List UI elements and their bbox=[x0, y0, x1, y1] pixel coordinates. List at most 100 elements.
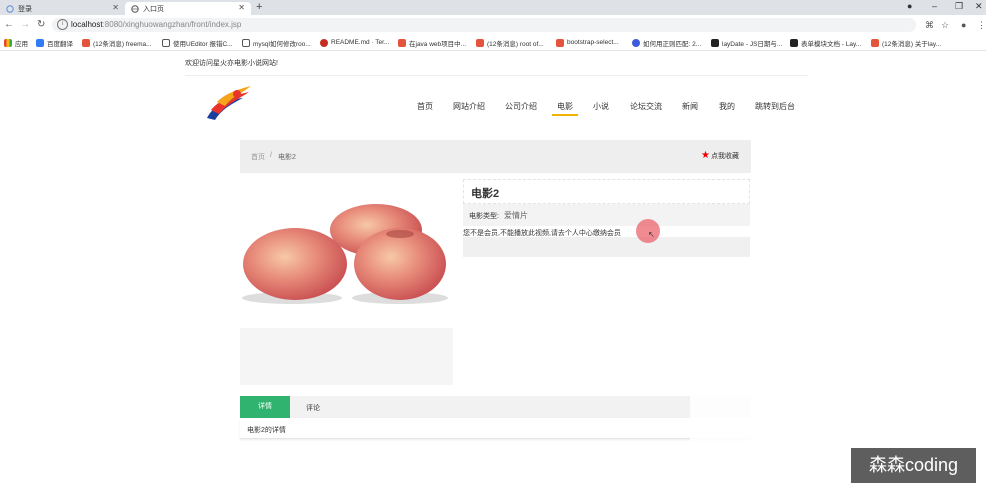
movie-poster-image bbox=[240, 190, 452, 315]
nav-mine[interactable]: 我的 bbox=[719, 101, 735, 112]
bookmark-item[interactable]: 使用UEditor 报错C... bbox=[162, 37, 233, 48]
bookmark-item[interactable]: 在java web项目中... bbox=[398, 37, 466, 48]
restore-button[interactable]: ❐ bbox=[955, 1, 963, 12]
globe-icon bbox=[6, 4, 14, 13]
bookmark-item[interactable]: 表单模块文档 - Lay... bbox=[790, 37, 861, 48]
bookmark-item[interactable]: 百度翻译 bbox=[36, 37, 73, 48]
nav-novel[interactable]: 小说 bbox=[593, 101, 609, 112]
url-path: :8080/xinghuowangzhan/front/index.jsp bbox=[102, 20, 242, 29]
bookmark-item[interactable]: (12条消息) 关于lay... bbox=[871, 37, 941, 48]
bookmark-label: bootstrap-select... bbox=[567, 39, 619, 46]
bookmarks-bar: 应用 百度翻译 (12条消息) freema... 使用UEditor 报错C.… bbox=[0, 35, 986, 51]
bookmark-label: 如何用正则匹配: 2... bbox=[643, 40, 702, 48]
bookmark-item[interactable]: 如何用正则匹配: 2... bbox=[632, 37, 701, 48]
url-host: localhost bbox=[71, 20, 103, 29]
bookmark-label: mysql如何修改roo... bbox=[253, 40, 311, 48]
video-placeholder bbox=[463, 237, 750, 257]
menu-icon[interactable]: ⋮ bbox=[977, 20, 986, 31]
favicon-icon bbox=[82, 38, 90, 47]
tab-comment[interactable]: 评论 bbox=[306, 403, 320, 413]
favicon-icon bbox=[790, 38, 798, 47]
favicon-icon bbox=[632, 38, 640, 47]
favicon-icon bbox=[242, 38, 250, 47]
favicon-icon bbox=[476, 38, 484, 47]
breadcrumb-separator: / bbox=[270, 152, 272, 159]
account-icon[interactable]: ● bbox=[961, 20, 966, 30]
nav-company-intro[interactable]: 公司介绍 bbox=[505, 101, 537, 112]
nav-news[interactable]: 新闻 bbox=[682, 101, 698, 112]
bookmark-apps[interactable]: 应用 bbox=[4, 37, 28, 48]
apps-grid-icon bbox=[4, 38, 12, 47]
mouse-cursor-highlight: ↖ bbox=[636, 219, 660, 243]
welcome-text: 欢迎访问星火亦电影小说网站! bbox=[185, 60, 278, 67]
browser-tab-entry[interactable]: 入口页 ✕ bbox=[125, 2, 251, 15]
watermark: 森森coding bbox=[851, 448, 976, 483]
info-icon[interactable]: i bbox=[57, 19, 68, 31]
favorite-label: 点我收藏 bbox=[710, 152, 739, 160]
movie-title-row bbox=[463, 179, 750, 204]
bookmark-label: layDate - JS日期与... bbox=[722, 40, 783, 48]
nav-movie[interactable]: 电影 bbox=[557, 101, 573, 112]
favorite-button[interactable]: ★ 点我收藏 bbox=[701, 150, 739, 161]
bookmark-item[interactable]: README.md · Ter... bbox=[320, 37, 389, 48]
bookmark-star-icon[interactable]: ☆ bbox=[941, 20, 949, 31]
browser-tab-bar: 登录 ✕ 入口页 ✕ + ● – ❐ ✕ bbox=[0, 0, 986, 15]
favicon-icon bbox=[36, 38, 44, 47]
detail-panel bbox=[240, 418, 751, 439]
browser-tab-title: 入口页 bbox=[143, 5, 164, 13]
profile-dot-icon[interactable]: ● bbox=[907, 1, 912, 11]
globe-icon bbox=[131, 4, 139, 13]
star-icon: ★ bbox=[701, 150, 710, 161]
site-logo[interactable] bbox=[203, 84, 255, 122]
browser-toolbar: ← → ↻ i localhost:8080/xinghuowangzhan/fr… bbox=[0, 15, 986, 35]
back-icon[interactable]: ← bbox=[4, 19, 14, 30]
bookmark-item[interactable]: layDate - JS日期与... bbox=[711, 37, 782, 48]
browser-tab-login[interactable]: 登录 ✕ bbox=[0, 2, 125, 15]
bookmark-label: README.md · Ter... bbox=[331, 39, 390, 46]
cursor-icon: ↖ bbox=[648, 230, 655, 239]
reload-icon[interactable]: ↻ bbox=[37, 19, 45, 30]
translate-icon[interactable]: ⌘ bbox=[925, 20, 934, 31]
breadcrumb-home[interactable]: 首页 bbox=[251, 152, 265, 162]
favicon-icon bbox=[398, 38, 406, 47]
nav-site-intro[interactable]: 网站介绍 bbox=[453, 101, 485, 112]
detail-text: 电影2的详情 bbox=[247, 427, 286, 434]
bookmark-label: 使用UEditor 报错C... bbox=[173, 40, 233, 48]
bookmark-label: (12条消息) root of... bbox=[487, 40, 544, 48]
bookmark-label: 在java web项目中... bbox=[409, 40, 467, 48]
favicon-icon bbox=[162, 38, 170, 47]
nav-admin[interactable]: 跳转到后台 bbox=[755, 101, 795, 112]
nav-home[interactable]: 首页 bbox=[417, 101, 433, 112]
forward-icon[interactable]: → bbox=[20, 19, 30, 30]
bookmark-item[interactable]: bootstrap-select... bbox=[556, 37, 619, 48]
favicon-icon bbox=[871, 38, 879, 47]
favicon-icon bbox=[711, 38, 719, 47]
divider bbox=[185, 75, 808, 76]
movie-type-value: 爱情片 bbox=[504, 211, 528, 220]
movie-type-label: 电影类型: bbox=[469, 213, 499, 220]
bookmark-label: (12条消息) 关于lay... bbox=[882, 40, 942, 48]
tab-detail[interactable]: 详情 bbox=[240, 396, 290, 418]
address-bar[interactable]: i localhost:8080/xinghuowangzhan/front/in… bbox=[52, 18, 916, 32]
minimize-button[interactable]: – bbox=[932, 1, 937, 11]
bookmark-item[interactable]: mysql如何修改roo... bbox=[242, 37, 311, 48]
blur-overlay bbox=[690, 393, 760, 441]
breadcrumb-current: 电影2 bbox=[278, 154, 296, 161]
close-icon[interactable]: ✕ bbox=[238, 3, 245, 12]
movie-title: 电影2 bbox=[471, 188, 500, 200]
bookmark-label: 表单模块文档 - Lay... bbox=[801, 40, 862, 48]
new-tab-button[interactable]: + bbox=[256, 1, 262, 13]
close-icon[interactable]: ✕ bbox=[112, 3, 119, 12]
favicon-icon bbox=[556, 38, 564, 47]
nav-forum[interactable]: 论坛交流 bbox=[630, 101, 662, 112]
bookmark-label: 应用 bbox=[15, 40, 28, 48]
nav-active-underline bbox=[552, 114, 578, 116]
bookmark-label: 百度翻译 bbox=[47, 40, 73, 48]
bookmark-item[interactable]: (12条消息) root of... bbox=[476, 37, 544, 48]
browser-tab-title: 登录 bbox=[18, 5, 32, 13]
bookmark-item[interactable]: (12条消息) freema... bbox=[82, 37, 152, 48]
bookmark-label: (12条消息) freema... bbox=[93, 40, 152, 48]
window-close-button[interactable]: ✕ bbox=[975, 1, 983, 12]
poster-thumbnail-area bbox=[240, 328, 453, 385]
breadcrumb bbox=[240, 140, 751, 173]
